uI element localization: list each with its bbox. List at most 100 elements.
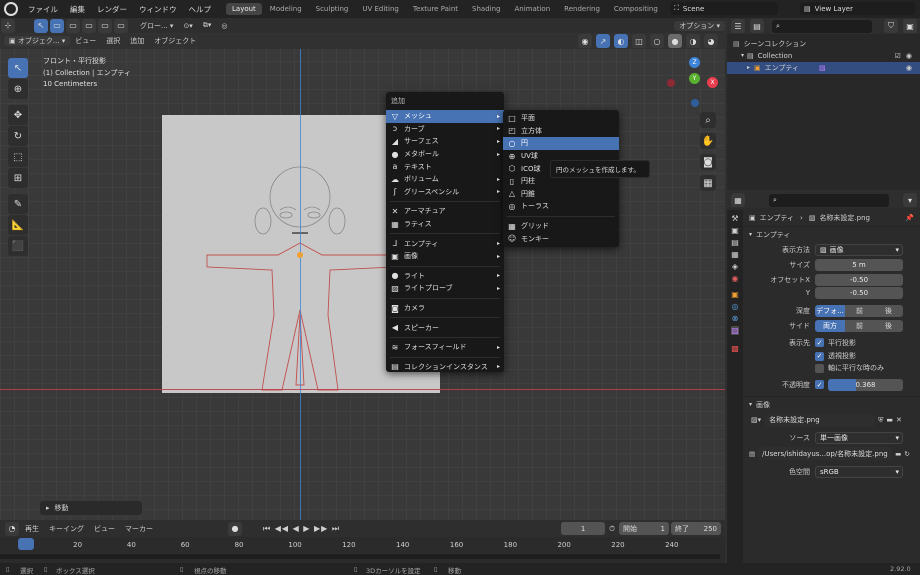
mesh-menu-item[interactable]: □ 平面 <box>503 112 619 125</box>
visibility-eye-icon[interactable]: ◉ <box>906 50 912 62</box>
filepath-field[interactable]: /Users/ishidayus...op/名称未設定.png <box>758 447 893 460</box>
timeline-menu-item[interactable]: マーカー <box>120 524 158 534</box>
unlink-close-icon[interactable]: ✕ <box>896 416 902 424</box>
scene-tab-icon[interactable]: ◈ <box>732 262 738 271</box>
gizmo-y[interactable]: Y <box>689 73 700 84</box>
timeline-type-icon[interactable]: ◔ <box>5 521 19 536</box>
object-tab-icon[interactable]: ▣ <box>731 290 739 299</box>
overlay-toggle-icon[interactable]: ◐ <box>614 34 628 48</box>
record-button-icon[interactable]: ● <box>228 521 242 536</box>
3d-viewport[interactable]: ▣ オブジェク... ▾ ビュー 選択 追加 オブジェクト ◉ ↗ ◐ ◫ ○ ● ◑… <box>0 33 725 520</box>
ortho-toggle-icon[interactable]: ▦ <box>700 175 716 191</box>
gizmo-z[interactable]: Z <box>689 57 700 68</box>
start-frame-field[interactable]: 開始 1 <box>619 522 669 535</box>
opacity-checkbox[interactable]: ✓ <box>815 380 824 389</box>
add-menu-item[interactable]: ✕ アーマチュア <box>386 205 504 218</box>
mesh-menu-item[interactable]: ○ 円 <box>503 137 619 150</box>
shading-render-icon[interactable]: ◕ <box>704 34 718 48</box>
workspace-tab[interactable]: Rendering <box>558 3 606 15</box>
opacity-slider[interactable]: 0.368 <box>828 378 903 391</box>
shading-solid-icon[interactable]: ● <box>668 34 682 48</box>
texture-tab-icon[interactable]: ▩ <box>731 344 739 353</box>
transform-orientation[interactable]: グロー... ▾ <box>135 21 178 31</box>
add-menu-item[interactable]: ◀ スピーカー <box>386 321 504 334</box>
gizmo-neg-x[interactable] <box>667 79 675 87</box>
last-operator-panel[interactable]: ▸ 移動 <box>40 501 142 515</box>
top-menu-item[interactable]: ファイル <box>22 4 64 15</box>
workspace-tab[interactable]: UV Editing <box>356 3 405 15</box>
fake-user-shield-icon[interactable]: ⛨ <box>878 416 883 425</box>
depth-default-option[interactable]: デフォ... <box>815 304 845 317</box>
output-tab-icon[interactable]: ▤ <box>731 238 739 247</box>
shading-wire-icon[interactable]: ○ <box>650 34 664 48</box>
mode-subtract-icon[interactable]: ▭ <box>82 18 96 33</box>
add-menu-item[interactable]: ↄ カーブ ▸ <box>386 123 504 136</box>
pan-hand-icon[interactable]: ✋ <box>700 133 716 149</box>
side-back-option[interactable]: 後 <box>874 319 903 332</box>
add-menu-item[interactable]: ▨ ライトプローブ ▸ <box>386 282 504 295</box>
orthographic-checkbox[interactable]: ✓ <box>815 338 824 347</box>
gizmo-neg-z[interactable] <box>691 99 699 107</box>
pivot-dropdown[interactable]: ⊙▾ <box>178 22 197 30</box>
display-mode-icon[interactable]: ▤ <box>750 19 764 33</box>
add-menu-item[interactable]: ☁ ボリューム ▸ <box>386 173 504 186</box>
viewport-menu-item[interactable]: 選択 <box>101 36 125 46</box>
timeline-scrollbar[interactable] <box>0 554 720 559</box>
colorspace-dropdown[interactable]: sRGB ▾ <box>815 465 903 478</box>
gizmo-x[interactable]: X <box>707 77 718 88</box>
add-menu-item[interactable]: ≋ フォースフィールド ▸ <box>386 341 504 354</box>
exclude-checkbox-icon[interactable]: ☑ <box>895 50 901 62</box>
measure-tool-icon[interactable]: 📐 <box>8 215 28 235</box>
empty-panel-header[interactable]: ▾ エンプティ <box>745 226 920 242</box>
navigation-gizmo[interactable]: Z X Y <box>664 57 720 113</box>
pin-icon[interactable]: 📌 <box>905 214 914 222</box>
world-tab-icon[interactable]: ◉ <box>732 274 739 283</box>
add-menu-item[interactable]: ʃ グリースペンシル ▸ <box>386 186 504 199</box>
blender-logo-icon[interactable] <box>4 2 18 16</box>
depth-back-option[interactable]: 後 <box>874 304 903 317</box>
outliner-object-row[interactable]: ▸ ▣ エンプティ ▨ ◉ <box>727 62 920 74</box>
add-menu-item[interactable]: ● ライト ▸ <box>386 270 504 283</box>
data-tab-icon[interactable]: ▨ <box>731 326 739 335</box>
outliner-scene-collection[interactable]: ▤ シーンコレクション <box>733 38 920 50</box>
offset-y-field[interactable]: -0.50 <box>815 286 903 299</box>
snap-dropdown[interactable]: ⧉▾ <box>198 21 217 30</box>
workspace-tab[interactable]: Animation <box>508 3 556 15</box>
constraints-tab-icon[interactable]: ⊗ <box>732 314 739 323</box>
outliner-collection-row[interactable]: ▾ ▤ Collection ☑ ◉ <box>733 50 920 62</box>
editor-type-button[interactable]: ⊹ <box>1 18 15 33</box>
scene-selector[interactable]: ⛶ Scene <box>670 2 778 15</box>
mesh-menu-item[interactable]: △ 円錐 <box>503 188 619 201</box>
timeline-menu-item[interactable]: キーイング <box>44 524 89 534</box>
playhead[interactable] <box>18 538 34 550</box>
filter-icon[interactable]: ⛉ <box>884 19 898 33</box>
add-menu-item[interactable]: a テキスト <box>386 160 504 173</box>
current-frame-field[interactable]: 1 <box>561 522 606 535</box>
mode-dropdown[interactable]: ▣ オブジェク... ▾ <box>4 36 71 46</box>
annotate-tool-icon[interactable]: ✎ <box>8 194 28 214</box>
open-folder-icon[interactable]: ▬ <box>886 416 893 424</box>
outliner-search[interactable]: ⌕ <box>772 19 872 33</box>
top-menu-item[interactable]: 編集 <box>64 4 91 15</box>
top-menu-item[interactable]: ウィンドウ <box>133 4 183 15</box>
axis-aligned-checkbox[interactable] <box>815 363 824 373</box>
depth-front-option[interactable]: 前 <box>845 304 874 317</box>
mesh-menu-item[interactable]: ☺ モンキー <box>503 232 619 245</box>
workspace-tab[interactable]: Texture Paint <box>407 3 464 15</box>
move-tool-icon[interactable]: ✥ <box>8 105 28 125</box>
end-frame-field[interactable]: 終了 250 <box>671 522 721 535</box>
add-menu-item[interactable]: ◢ サーフェス ▸ <box>386 135 504 148</box>
mesh-menu-item[interactable]: ◎ トーラス <box>503 200 619 213</box>
mode-new-icon[interactable]: ▭ <box>50 18 64 33</box>
cursor-tool-icon[interactable]: ⊕ <box>8 79 28 99</box>
proportional-edit-button[interactable]: ◎ <box>216 22 232 30</box>
scale-tool-icon[interactable]: ⬚ <box>8 147 28 167</box>
viewport-menu-item[interactable]: 追加 <box>125 36 149 46</box>
timeline-menu-item[interactable]: 再生 <box>20 524 44 534</box>
frame-ruler[interactable]: 120406080100120140160180200220240 <box>22 539 692 553</box>
mode-invert-icon[interactable]: ▭ <box>98 18 112 33</box>
browse-folder-icon[interactable]: ▬ <box>895 450 901 458</box>
options-dropdown[interactable]: オプション ▾ <box>674 20 725 31</box>
new-collection-icon[interactable]: ▣ <box>903 19 917 33</box>
view-layer-tab-icon[interactable]: ▦ <box>731 250 739 259</box>
